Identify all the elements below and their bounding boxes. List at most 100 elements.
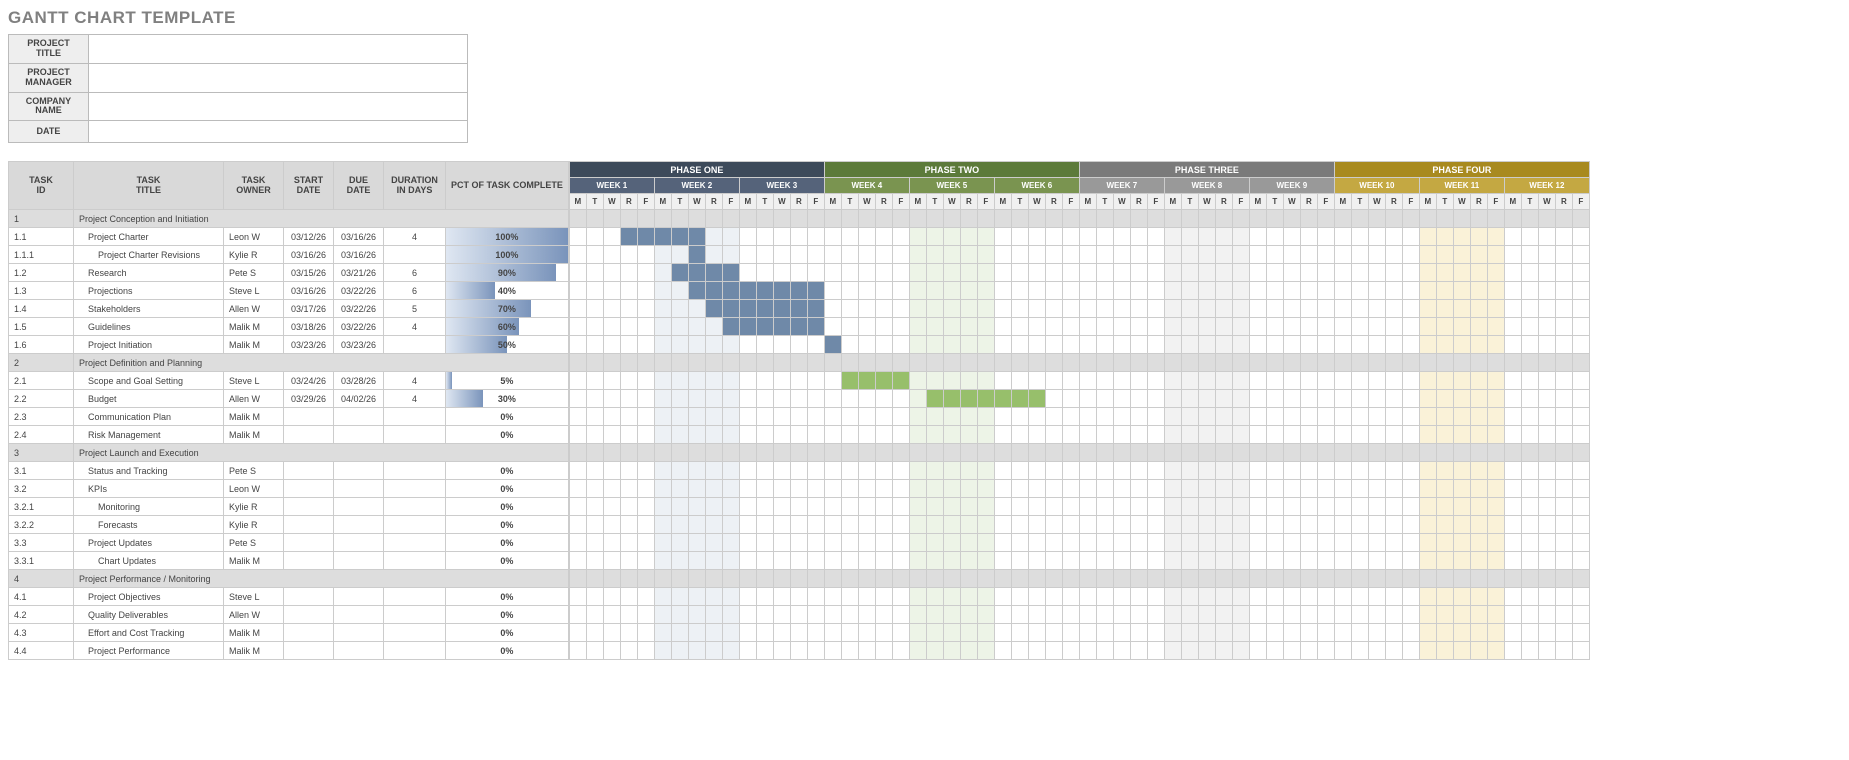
task-due[interactable] (334, 498, 384, 516)
task-dur[interactable] (384, 246, 446, 264)
task-due[interactable]: 03/22/26 (334, 318, 384, 336)
task-pct[interactable]: 100% (446, 228, 569, 246)
task-owner[interactable]: Pete S (224, 534, 284, 552)
task-title[interactable]: Project Charter (74, 228, 224, 246)
task-dur[interactable] (384, 408, 446, 426)
task-due[interactable] (334, 462, 384, 480)
task-title[interactable]: Risk Management (74, 426, 224, 444)
task-dur[interactable]: 4 (384, 390, 446, 408)
task-dur[interactable] (384, 462, 446, 480)
task-start[interactable] (284, 462, 334, 480)
task-owner[interactable]: Leon W (224, 228, 284, 246)
task-pct[interactable]: 0% (446, 606, 569, 624)
task-owner[interactable]: Pete S (224, 264, 284, 282)
task-due[interactable] (334, 480, 384, 498)
meta-value[interactable] (88, 92, 467, 121)
task-pct[interactable]: 0% (446, 480, 569, 498)
task-due[interactable] (334, 552, 384, 570)
meta-value[interactable] (88, 63, 467, 92)
task-due[interactable]: 03/21/26 (334, 264, 384, 282)
task-owner[interactable]: Steve L (224, 372, 284, 390)
task-start[interactable] (284, 408, 334, 426)
task-dur[interactable]: 4 (384, 318, 446, 336)
task-owner[interactable]: Kylie R (224, 498, 284, 516)
task-pct[interactable]: 0% (446, 462, 569, 480)
task-title[interactable]: Chart Updates (74, 552, 224, 570)
task-owner[interactable]: Malik M (224, 552, 284, 570)
task-pct[interactable]: 0% (446, 588, 569, 606)
task-dur[interactable] (384, 606, 446, 624)
task-due[interactable]: 03/22/26 (334, 282, 384, 300)
task-dur[interactable] (384, 588, 446, 606)
task-pct[interactable]: 90% (446, 264, 569, 282)
task-start[interactable]: 03/24/26 (284, 372, 334, 390)
task-pct[interactable]: 0% (446, 642, 569, 660)
task-pct[interactable]: 0% (446, 498, 569, 516)
task-start[interactable]: 03/18/26 (284, 318, 334, 336)
task-pct[interactable]: 0% (446, 552, 569, 570)
task-start[interactable] (284, 588, 334, 606)
task-pct[interactable]: 0% (446, 426, 569, 444)
task-owner[interactable]: Malik M (224, 336, 284, 354)
task-owner[interactable]: Allen W (224, 300, 284, 318)
task-pct[interactable]: 70% (446, 300, 569, 318)
task-title[interactable]: Monitoring (74, 498, 224, 516)
task-start[interactable] (284, 498, 334, 516)
task-owner[interactable]: Steve L (224, 282, 284, 300)
task-title[interactable]: Projections (74, 282, 224, 300)
task-title[interactable]: Communication Plan (74, 408, 224, 426)
task-owner[interactable]: Malik M (224, 624, 284, 642)
task-owner[interactable]: Allen W (224, 390, 284, 408)
task-due[interactable] (334, 588, 384, 606)
task-owner[interactable]: Malik M (224, 408, 284, 426)
task-title[interactable]: Research (74, 264, 224, 282)
task-due[interactable]: 03/22/26 (334, 300, 384, 318)
task-start[interactable] (284, 480, 334, 498)
task-due[interactable]: 03/16/26 (334, 228, 384, 246)
task-dur[interactable] (384, 642, 446, 660)
task-due[interactable] (334, 426, 384, 444)
task-dur[interactable] (384, 498, 446, 516)
task-dur[interactable] (384, 480, 446, 498)
meta-value[interactable] (88, 35, 467, 64)
task-start[interactable]: 03/16/26 (284, 246, 334, 264)
task-dur[interactable] (384, 534, 446, 552)
task-start[interactable] (284, 534, 334, 552)
task-pct[interactable]: 5% (446, 372, 569, 390)
task-title[interactable]: Stakeholders (74, 300, 224, 318)
task-title[interactable]: Forecasts (74, 516, 224, 534)
task-start[interactable] (284, 552, 334, 570)
task-dur[interactable]: 4 (384, 372, 446, 390)
task-owner[interactable]: Pete S (224, 462, 284, 480)
task-title[interactable]: Project Charter Revisions (74, 246, 224, 264)
task-owner[interactable]: Kylie R (224, 516, 284, 534)
task-due[interactable] (334, 534, 384, 552)
task-start[interactable] (284, 516, 334, 534)
task-title[interactable]: Project Initiation (74, 336, 224, 354)
task-pct[interactable]: 100% (446, 246, 569, 264)
task-dur[interactable]: 4 (384, 228, 446, 246)
task-start[interactable] (284, 606, 334, 624)
task-dur[interactable] (384, 426, 446, 444)
task-dur[interactable]: 6 (384, 282, 446, 300)
task-due[interactable] (334, 408, 384, 426)
task-dur[interactable] (384, 336, 446, 354)
task-start[interactable]: 03/23/26 (284, 336, 334, 354)
task-pct[interactable]: 30% (446, 390, 569, 408)
task-title[interactable]: Effort and Cost Tracking (74, 624, 224, 642)
task-owner[interactable]: Steve L (224, 588, 284, 606)
task-title[interactable]: Guidelines (74, 318, 224, 336)
task-start[interactable] (284, 426, 334, 444)
task-pct[interactable]: 0% (446, 534, 569, 552)
task-owner[interactable]: Malik M (224, 426, 284, 444)
task-owner[interactable]: Malik M (224, 642, 284, 660)
task-owner[interactable]: Leon W (224, 480, 284, 498)
task-start[interactable]: 03/12/26 (284, 228, 334, 246)
meta-value[interactable] (88, 121, 467, 143)
task-pct[interactable]: 40% (446, 282, 569, 300)
task-dur[interactable]: 5 (384, 300, 446, 318)
task-pct[interactable]: 50% (446, 336, 569, 354)
task-owner[interactable]: Malik M (224, 318, 284, 336)
task-due[interactable]: 03/23/26 (334, 336, 384, 354)
task-due[interactable] (334, 516, 384, 534)
